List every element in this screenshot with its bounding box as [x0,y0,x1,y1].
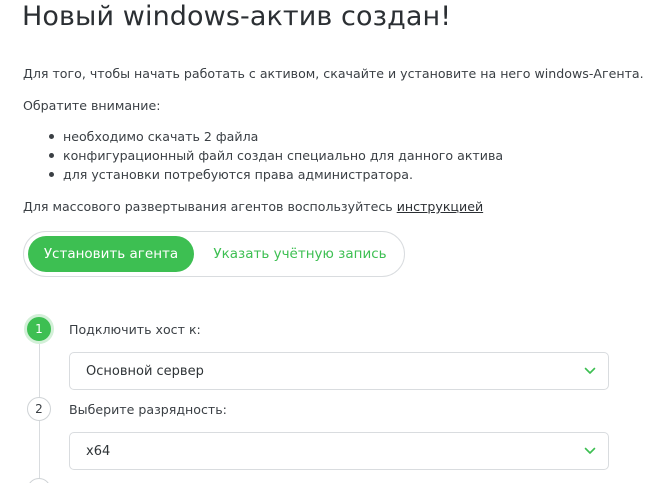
bitness-select[interactable]: x64 [69,432,609,470]
page-title: Новый windows-актив создан! [22,1,452,32]
list-item: необходимо скачать 2 файла [49,129,503,148]
bitness-label: Выберите разрядность: [69,402,227,417]
notice-list: необходимо скачать 2 файла конфигурацион… [49,129,503,186]
step-2-indicator: 2 [27,397,51,421]
bitness-select-value: x64 [86,444,111,459]
asset-created-page: Новый windows-актив создан! Для того, чт… [0,0,646,483]
step-1-indicator: 1 [27,317,51,341]
list-item-text: для установки потребуются права админист… [63,167,413,182]
specify-account-tab[interactable]: Указать учётную запись [200,236,400,272]
bullet-dot [49,172,54,177]
intro-text: Для того, чтобы начать работать с активо… [23,66,644,81]
notice-text: Обратите внимание: [23,98,161,113]
step-3-indicator [27,478,51,483]
connect-host-label: Подключить хост к: [69,322,201,337]
server-select[interactable]: Основной сервер [69,352,609,390]
mass-deploy-text: Для массового развертывания агентов восп… [23,199,483,215]
bullet-dot [49,134,54,139]
chevron-down-icon [584,447,596,454]
list-item: конфигурационный файл создан специально … [49,148,503,167]
server-select-value: Основной сервер [86,364,204,379]
list-item-text: необходимо скачать 2 файла [63,129,259,144]
list-item: для установки потребуются права админист… [49,167,503,186]
list-item-text: конфигурационный файл создан специально … [63,148,504,163]
instruction-link[interactable]: инструкцией [397,199,483,214]
install-agent-tab[interactable]: Установить агента [28,236,194,272]
mode-toggle: Установить агента Указать учётную запись [23,231,405,277]
bullet-dot [49,153,54,158]
chevron-down-icon [584,367,596,374]
mass-deploy-prefix: Для массового развертывания агентов восп… [23,199,397,214]
